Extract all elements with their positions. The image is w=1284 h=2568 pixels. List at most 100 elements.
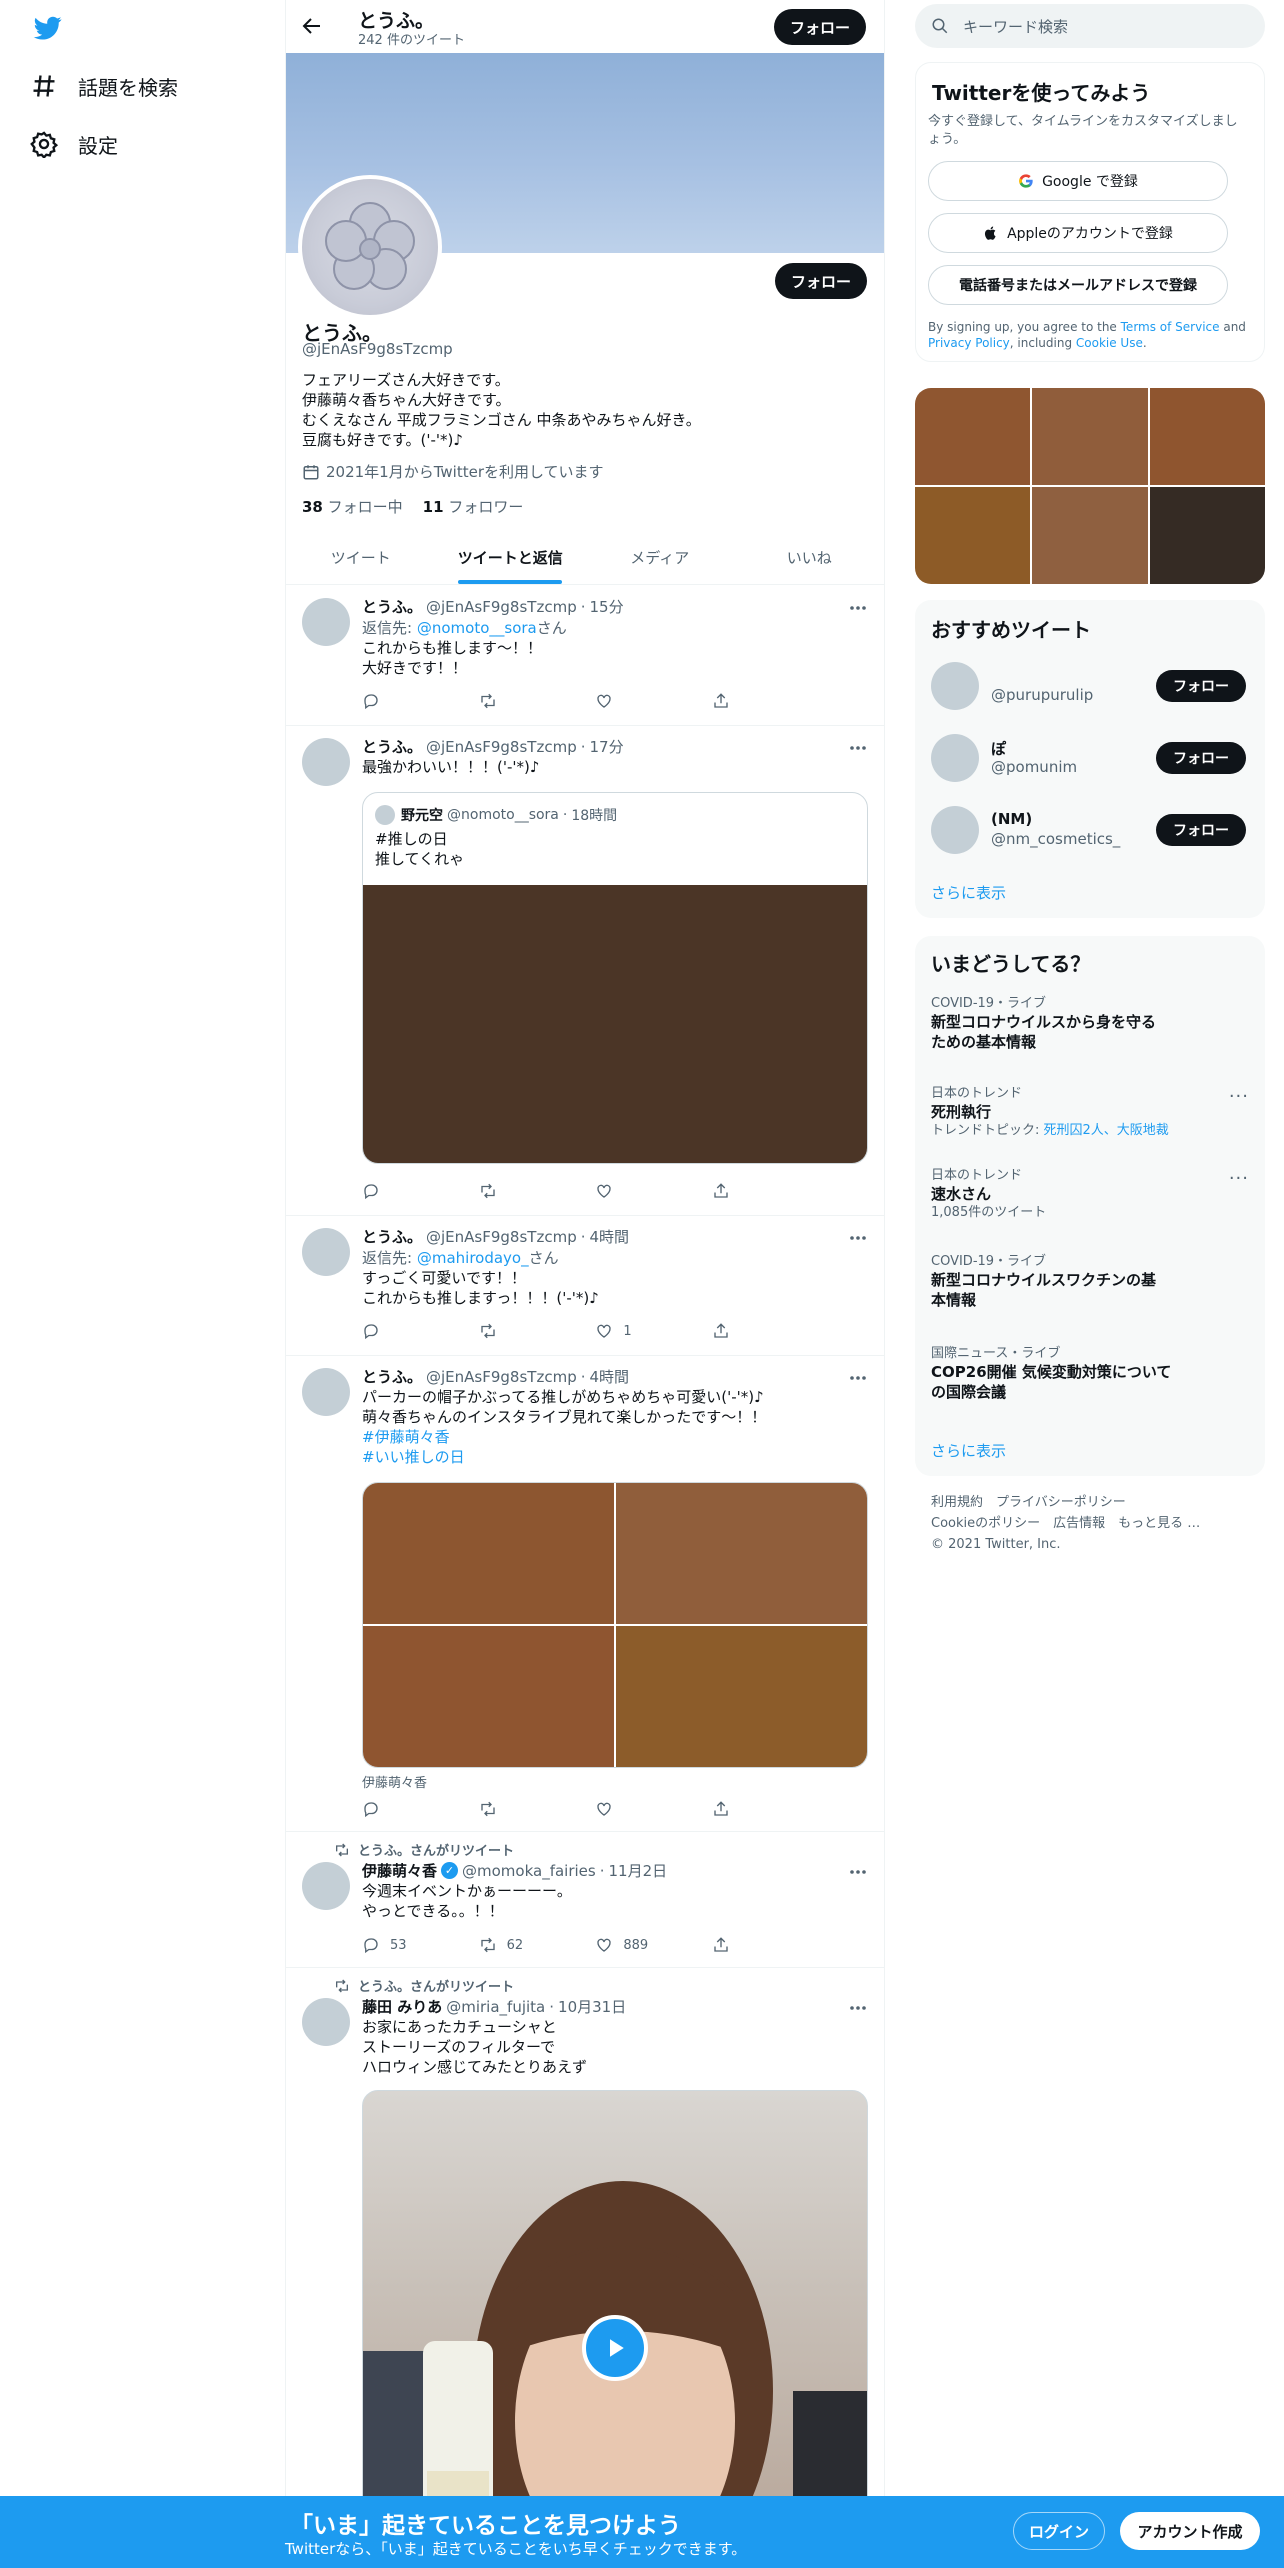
terms-link[interactable]: Terms of Service xyxy=(1121,320,1220,334)
play-icon[interactable] xyxy=(582,2315,648,2381)
avatar[interactable] xyxy=(931,734,979,782)
quote-image[interactable] xyxy=(363,885,867,1163)
media-thumb[interactable] xyxy=(1032,388,1148,485)
tweet-author-name[interactable]: とうふ。 xyxy=(362,1226,422,1247)
more-icon[interactable]: ··· xyxy=(1229,1086,1249,1107)
share-button[interactable] xyxy=(712,1182,792,1200)
share-button[interactable] xyxy=(712,692,792,710)
like-button[interactable]: 889 xyxy=(595,1936,675,1954)
cookie-link[interactable]: Cookie Use xyxy=(1076,336,1143,350)
quote-tweet[interactable]: 野元空 @nomoto__sora · 18時間 #推しの日 推してくれゃ xyxy=(362,792,868,1164)
avatar[interactable] xyxy=(302,1998,350,2046)
media-thumb[interactable] xyxy=(1032,487,1148,584)
suggested-user[interactable]: ぽ @pomunim フォロー xyxy=(931,734,1249,790)
reply-to-link[interactable]: @nomoto__sora xyxy=(417,619,537,637)
suggested-user[interactable]: @purupurulip フォロー xyxy=(931,662,1249,718)
retweet-button[interactable] xyxy=(479,1182,559,1200)
tweet-author-name[interactable]: 藤田 みりあ xyxy=(362,1996,442,2017)
reply-button[interactable] xyxy=(362,1182,442,1200)
tweet-time[interactable]: 4時間 xyxy=(590,1226,630,1247)
share-button[interactable] xyxy=(712,1322,792,1340)
show-more-link[interactable]: さらに表示 xyxy=(931,1440,1006,1461)
like-button[interactable]: 1 xyxy=(595,1322,675,1340)
nav-explore[interactable]: 話題を検索 xyxy=(30,66,178,106)
tweet-author-handle[interactable]: @jEnAsF9g8sTzcmp xyxy=(426,1368,577,1386)
tweet[interactable]: とうふ。さんがリツイート 伊藤萌々香 ✓ @momoka_fairies · 11月2日… xyxy=(286,1832,884,1968)
tweet-author-handle[interactable]: @jEnAsF9g8sTzcmp xyxy=(426,598,577,616)
avatar[interactable] xyxy=(302,1862,350,1910)
tweet-author-name[interactable]: 伊藤萌々香 xyxy=(362,1860,437,1881)
profile-avatar[interactable] xyxy=(298,175,442,319)
back-arrow-icon[interactable] xyxy=(300,14,324,38)
more-icon[interactable]: ··· xyxy=(1229,1168,1249,1189)
tweet-time[interactable]: 15分 xyxy=(590,596,624,617)
search-box[interactable]: キーワード検索 xyxy=(915,4,1265,48)
avatar[interactable] xyxy=(302,1368,350,1416)
trend-item[interactable]: COVID-19・ライブ 新型コロナウイルスワクチンの基 本情報 xyxy=(931,1254,1249,1310)
avatar[interactable] xyxy=(302,598,350,646)
twitter-logo-icon[interactable] xyxy=(32,14,64,42)
retweet-button[interactable]: 62 xyxy=(479,1936,559,1954)
avatar[interactable] xyxy=(302,738,350,786)
avatar[interactable] xyxy=(931,662,979,710)
tweet-photo[interactable] xyxy=(616,1483,867,1624)
follow-button[interactable]: フォロー xyxy=(1156,814,1246,846)
signup-button[interactable]: アカウント作成 xyxy=(1120,2512,1260,2550)
media-thumb[interactable] xyxy=(1149,388,1265,485)
apple-signup-button[interactable]: Appleのアカウントで登録 xyxy=(928,213,1228,253)
hashtag-link[interactable]: #いい推しの日 xyxy=(362,1448,465,1466)
reply-button[interactable]: 53 xyxy=(362,1936,442,1954)
media-thumb[interactable] xyxy=(915,487,1031,584)
tweet-photo[interactable] xyxy=(616,1626,867,1767)
tab-media[interactable]: メディア xyxy=(585,530,735,584)
share-button[interactable] xyxy=(712,1936,792,1954)
avatar[interactable] xyxy=(931,806,979,854)
follow-button[interactable]: フォロー xyxy=(1156,742,1246,774)
tweet-author-handle[interactable]: @jEnAsF9g8sTzcmp xyxy=(426,738,577,756)
tweet-time[interactable]: 4時間 xyxy=(590,1366,630,1387)
trend-topic-links[interactable]: 死刑囚2人、大阪地裁 xyxy=(1044,1123,1169,1138)
media-thumb[interactable] xyxy=(1149,487,1265,584)
tweet[interactable]: とうふ。さんがリツイート 藤田 みりあ @miria_fujita · 10月31日 … xyxy=(286,1968,884,2568)
like-button[interactable] xyxy=(595,1182,675,1200)
search-input[interactable]: キーワード検索 xyxy=(963,16,1068,37)
tweet-author-handle[interactable]: @momoka_fairies xyxy=(462,1862,596,1880)
avatar[interactable] xyxy=(302,1228,350,1276)
privacy-link[interactable]: Privacy Policy xyxy=(928,336,1010,350)
tweet[interactable]: とうふ。 @jEnAsF9g8sTzcmp · 4時間 返信先: @mahiroday… xyxy=(286,1216,884,1356)
phone-email-signup-button[interactable]: 電話番号またはメールアドレスで登録 xyxy=(928,265,1228,305)
tweet-photo[interactable] xyxy=(363,1483,614,1624)
trend-item[interactable]: 国際ニュース・ライブ COP26開催 気候変動対策について の国際会議 xyxy=(931,1346,1249,1402)
trend-item[interactable]: COVID-19・ライブ 新型コロナウイルスから身を守る ための基本情報 xyxy=(931,996,1249,1052)
tweet[interactable]: とうふ。 @jEnAsF9g8sTzcmp · 17分 最強かわいい！！！('-'*)… xyxy=(286,726,884,1216)
tweet-author-handle[interactable]: @miria_fujita xyxy=(446,1998,545,2016)
reply-button[interactable] xyxy=(362,1800,442,1818)
trend-item[interactable]: 日本のトレンド 死刑執行 トレンドトピック: 死刑囚2人、大阪地裁 ··· xyxy=(931,1086,1249,1140)
hashtag-link[interactable]: #伊藤萌々香 xyxy=(362,1428,450,1446)
retweet-button[interactable] xyxy=(479,1800,559,1818)
tweet-time[interactable]: 10月31日 xyxy=(558,1996,626,2017)
share-button[interactable] xyxy=(712,1800,792,1818)
header-follow-button[interactable]: フォロー xyxy=(774,9,866,45)
follow-button[interactable]: フォロー xyxy=(775,263,867,299)
login-button[interactable]: ログイン xyxy=(1013,2512,1105,2550)
tab-tweets[interactable]: ツイート xyxy=(286,530,436,584)
tweet-time[interactable]: 17分 xyxy=(590,736,624,757)
tweet[interactable]: とうふ。 @jEnAsF9g8sTzcmp · 4時間 パーカーの帽子かぶってる推しが… xyxy=(286,1356,884,1832)
tweet-author-name[interactable]: とうふ。 xyxy=(362,596,422,617)
tweet[interactable]: とうふ。 @jEnAsF9g8sTzcmp · 15分 返信先: @nomoto__s… xyxy=(286,586,884,726)
tweet-author-name[interactable]: とうふ。 xyxy=(362,1366,422,1387)
followers-link[interactable]: 11 フォロワー xyxy=(423,496,524,517)
suggested-user[interactable]: (NM) @nm_cosmetics_ フォロー xyxy=(931,806,1249,862)
nav-settings[interactable]: 設定 xyxy=(30,124,118,164)
media-thumb[interactable] xyxy=(915,388,1031,485)
retweet-button[interactable] xyxy=(479,692,559,710)
following-link[interactable]: 38 フォロー中 xyxy=(302,496,403,517)
reply-button[interactable] xyxy=(362,692,442,710)
trend-item[interactable]: 日本のトレンド 速水さん 1,085件のツイート ··· xyxy=(931,1168,1249,1222)
tweet-photo[interactable] xyxy=(363,1626,614,1767)
tweet-author-name[interactable]: とうふ。 xyxy=(362,736,422,757)
tweet-time[interactable]: 11月2日 xyxy=(609,1860,668,1881)
retweet-button[interactable] xyxy=(479,1322,559,1340)
tweet-author-handle[interactable]: @jEnAsF9g8sTzcmp xyxy=(426,1228,577,1246)
